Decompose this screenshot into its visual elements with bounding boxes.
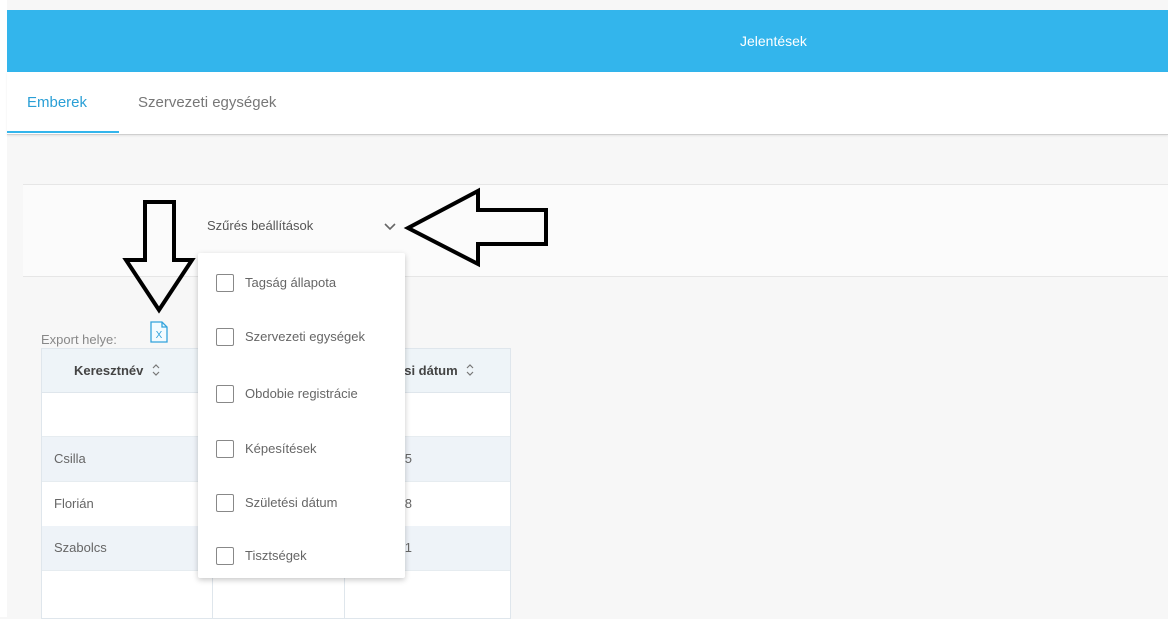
checkbox[interactable] (216, 547, 234, 565)
excel-file-icon[interactable]: X (149, 321, 169, 343)
filter-option-label: Születési dátum (245, 495, 338, 510)
column-header-date[interactable]: ési dátum (397, 363, 475, 378)
tab-szervezeti-egysegek[interactable]: Szervezeti egységek (138, 94, 276, 111)
filter-settings-toggle[interactable]: Szűrés beállítások (207, 218, 313, 233)
tab-emberek[interactable]: Emberek (27, 94, 87, 111)
column-header-keresztnev[interactable]: Keresztnév (74, 363, 161, 378)
tab-bar: Emberek Szervezeti egységek (7, 72, 1168, 135)
page-title: Jelentések (740, 33, 807, 49)
filter-option-obdobie-registracie[interactable]: Obdobie registrácie (198, 375, 405, 415)
filter-option-label: Tagság állapota (245, 275, 337, 290)
filter-option-label: Tisztségek (245, 548, 307, 563)
svg-text:X: X (156, 330, 163, 341)
filter-option-szervezeti-egysegek[interactable]: Szervezeti egységek (198, 318, 405, 358)
filter-options-dropdown: Tagság állapota Szervezeti egységek Obdo… (198, 253, 405, 578)
checkbox[interactable] (216, 274, 234, 292)
checkbox[interactable] (216, 385, 234, 403)
chevron-down-icon[interactable] (383, 222, 397, 232)
filter-option-kepesitesek[interactable]: Képesítések (198, 430, 405, 470)
cell-first-name: Szabolcs (54, 540, 107, 555)
cell-first-name: Florián (54, 496, 94, 511)
app-header: Jelentések (7, 10, 1168, 72)
filter-option-tisztsegek[interactable]: Tisztségek (198, 537, 405, 577)
column-header-label: Keresztnév (74, 363, 144, 378)
filter-option-szuletesi-datum[interactable]: Születési dátum (198, 484, 405, 524)
filter-option-label: Szervezeti egységek (245, 329, 365, 344)
filter-option-label: Képesítések (245, 441, 317, 456)
checkbox[interactable] (216, 440, 234, 458)
window-left-edge (0, 0, 7, 617)
checkbox[interactable] (216, 328, 234, 346)
annotation-down-arrow-icon (122, 200, 196, 314)
filter-option-label: Obdobie registrácie (245, 386, 358, 401)
active-tab-indicator (7, 131, 119, 133)
sort-icon[interactable] (465, 363, 475, 377)
sort-icon[interactable] (151, 363, 161, 377)
export-label: Export helye: (41, 332, 117, 347)
cell-first-name: Csilla (54, 451, 86, 466)
filter-option-tagsag-allapota[interactable]: Tagság állapota (198, 264, 405, 304)
annotation-left-arrow-icon (403, 187, 548, 268)
checkbox[interactable] (216, 494, 234, 512)
column-header-label: ési dátum (397, 363, 458, 378)
